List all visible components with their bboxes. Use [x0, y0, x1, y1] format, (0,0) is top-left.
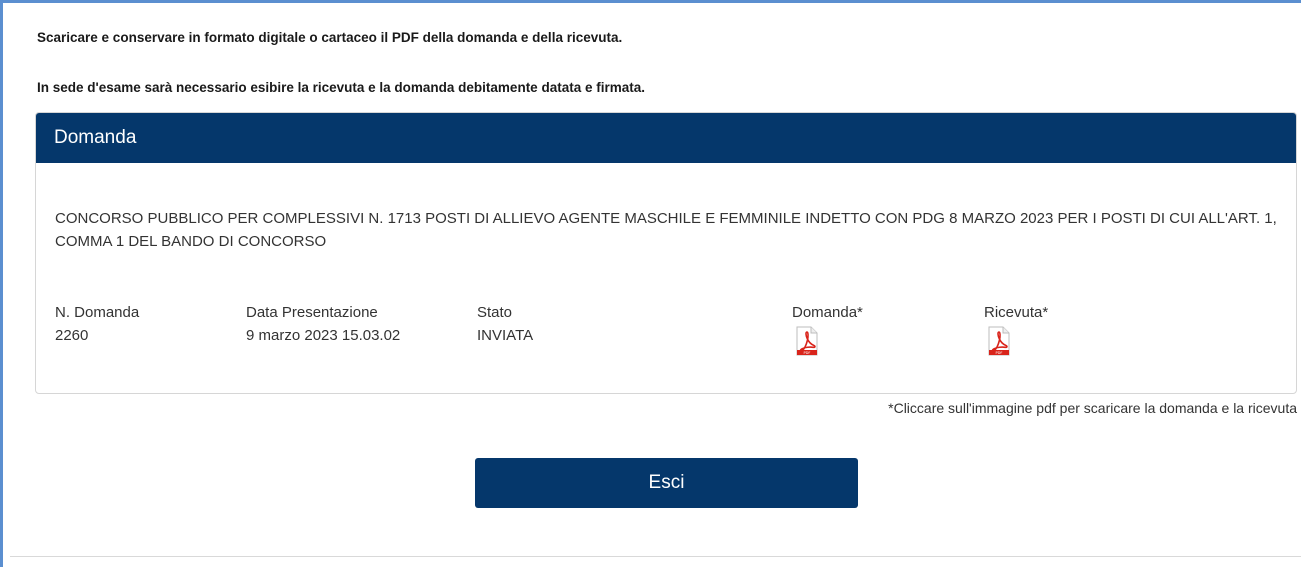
- exam-notice: In sede d'esame sarà necessario esibire …: [37, 80, 645, 95]
- window-left-border: [0, 0, 3, 567]
- panel-title: Domanda: [36, 113, 1296, 163]
- svg-text:PDF: PDF: [803, 351, 810, 355]
- window-top-border: [0, 0, 1301, 3]
- svg-text:PDF: PDF: [995, 351, 1002, 355]
- numero-domanda-field: N. Domanda 2260: [55, 301, 139, 347]
- numero-domanda-label: N. Domanda: [55, 304, 140, 321]
- ricevuta-pdf-icon[interactable]: PDF: [988, 326, 1010, 356]
- download-notice: Scaricare e conservare in formato digita…: [37, 30, 623, 45]
- stato-label: Stato: [477, 304, 513, 321]
- ricevuta-download-label: Ricevuta*: [984, 304, 1049, 321]
- data-presentazione-value: 9 marzo 2023 15.03.02: [246, 327, 401, 344]
- domanda-panel: Domanda CONCORSO PUBBLICO PER COMPLESSIV…: [35, 112, 1297, 394]
- stato-field: Stato INVIATA: [477, 301, 533, 347]
- numero-domanda-value: 2260: [55, 327, 89, 344]
- stato-value: INVIATA: [477, 327, 534, 344]
- concorso-description: CONCORSO PUBBLICO PER COMPLESSIVI N. 171…: [55, 210, 1277, 250]
- ricevuta-download-field: Ricevuta* PDF: [984, 301, 1048, 356]
- exit-button[interactable]: Esci: [475, 458, 858, 508]
- data-presentazione-label: Data Presentazione: [246, 304, 378, 321]
- domanda-pdf-icon[interactable]: PDF: [796, 326, 818, 356]
- domanda-download-label: Domanda*: [792, 304, 863, 321]
- bottom-divider: [10, 556, 1301, 557]
- domanda-download-field: Domanda* PDF: [792, 301, 863, 356]
- pdf-download-hint: *Cliccare sull'immagine pdf per scaricar…: [888, 400, 1297, 416]
- data-presentazione-field: Data Presentazione 9 marzo 2023 15.03.02: [246, 301, 400, 347]
